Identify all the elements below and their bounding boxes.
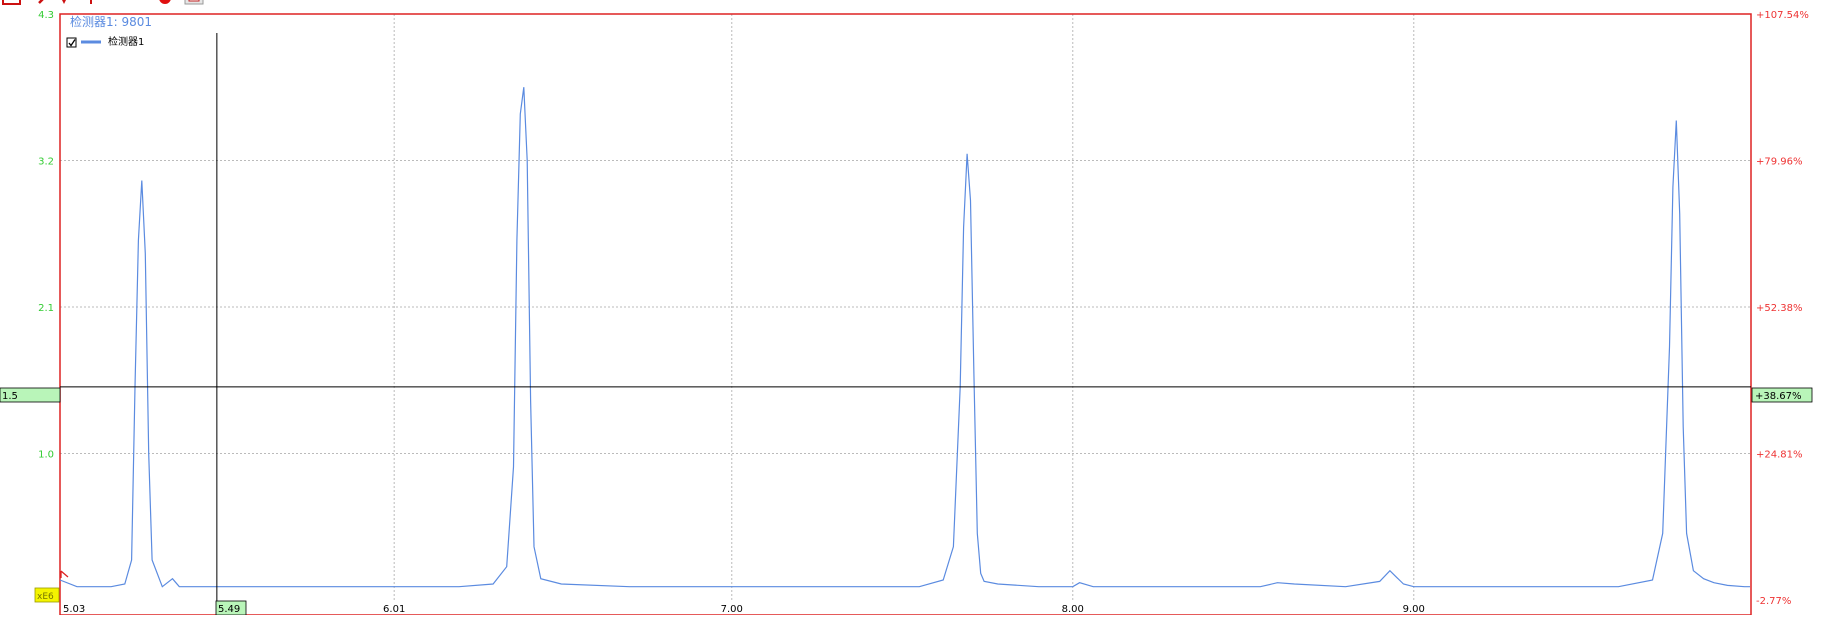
y-tick-label-1: 3.2 bbox=[38, 157, 54, 168]
series-line bbox=[59, 87, 1750, 588]
x-tick-label-3: 8.00 bbox=[1062, 604, 1084, 615]
y-cursor-value: 1.5 bbox=[2, 391, 18, 402]
plot-frame bbox=[59, 13, 1752, 616]
x-tick-label-2: 7.00 bbox=[721, 604, 743, 615]
corner-arrow-icon[interactable] bbox=[60, 570, 69, 578]
chromatogram-chart: 4.3 3.2 2.1 1.0 +107.54% +79.96% +52.38% +24.8… bbox=[0, 0, 1821, 616]
x-axis-labels: 5.03 6.01 7.00 8.00 9.00 bbox=[63, 604, 1425, 615]
right-cursor-value: +38.67% bbox=[1755, 391, 1802, 402]
y-tick-label-0: 4.3 bbox=[38, 10, 54, 21]
legend: 检测器1 bbox=[66, 35, 144, 48]
right-tick-label-2: +52.38% bbox=[1756, 303, 1803, 314]
right-tick-label-3: +24.81% bbox=[1756, 450, 1803, 461]
y-tick-label-2: 2.1 bbox=[38, 303, 54, 314]
chart-title: 检测器1: 9801 bbox=[70, 14, 152, 29]
multiplier-label: xE6 bbox=[37, 592, 54, 602]
y-cursor-badge[interactable]: 1.5 bbox=[0, 387, 61, 403]
right-tick-label-4: -2.77% bbox=[1756, 596, 1791, 607]
right-cursor-badge[interactable]: +38.67% bbox=[1751, 387, 1813, 403]
x-tick-label-1: 6.01 bbox=[383, 604, 405, 615]
x-tick-label-4: 9.00 bbox=[1403, 604, 1425, 615]
y-tick-label-3: 1.0 bbox=[38, 450, 54, 461]
x-cursor-badge[interactable]: 5.49 bbox=[215, 600, 247, 616]
x-cursor-value: 5.49 bbox=[218, 604, 240, 615]
right-axis-labels: +107.54% +79.96% +52.38% +24.81% -2.77% bbox=[1756, 10, 1809, 607]
x-tick-label-0: 5.03 bbox=[63, 604, 85, 615]
grid-lines bbox=[60, 13, 1751, 600]
legend-label: 检测器1 bbox=[108, 35, 144, 48]
right-tick-label-0: +107.54% bbox=[1756, 10, 1809, 21]
right-tick-label-1: +79.96% bbox=[1756, 157, 1803, 168]
multiplier-badge: xE6 bbox=[34, 587, 60, 603]
chart-svg[interactable]: 4.3 3.2 2.1 1.0 +107.54% +79.96% +52.38% +24.8… bbox=[0, 0, 1821, 616]
